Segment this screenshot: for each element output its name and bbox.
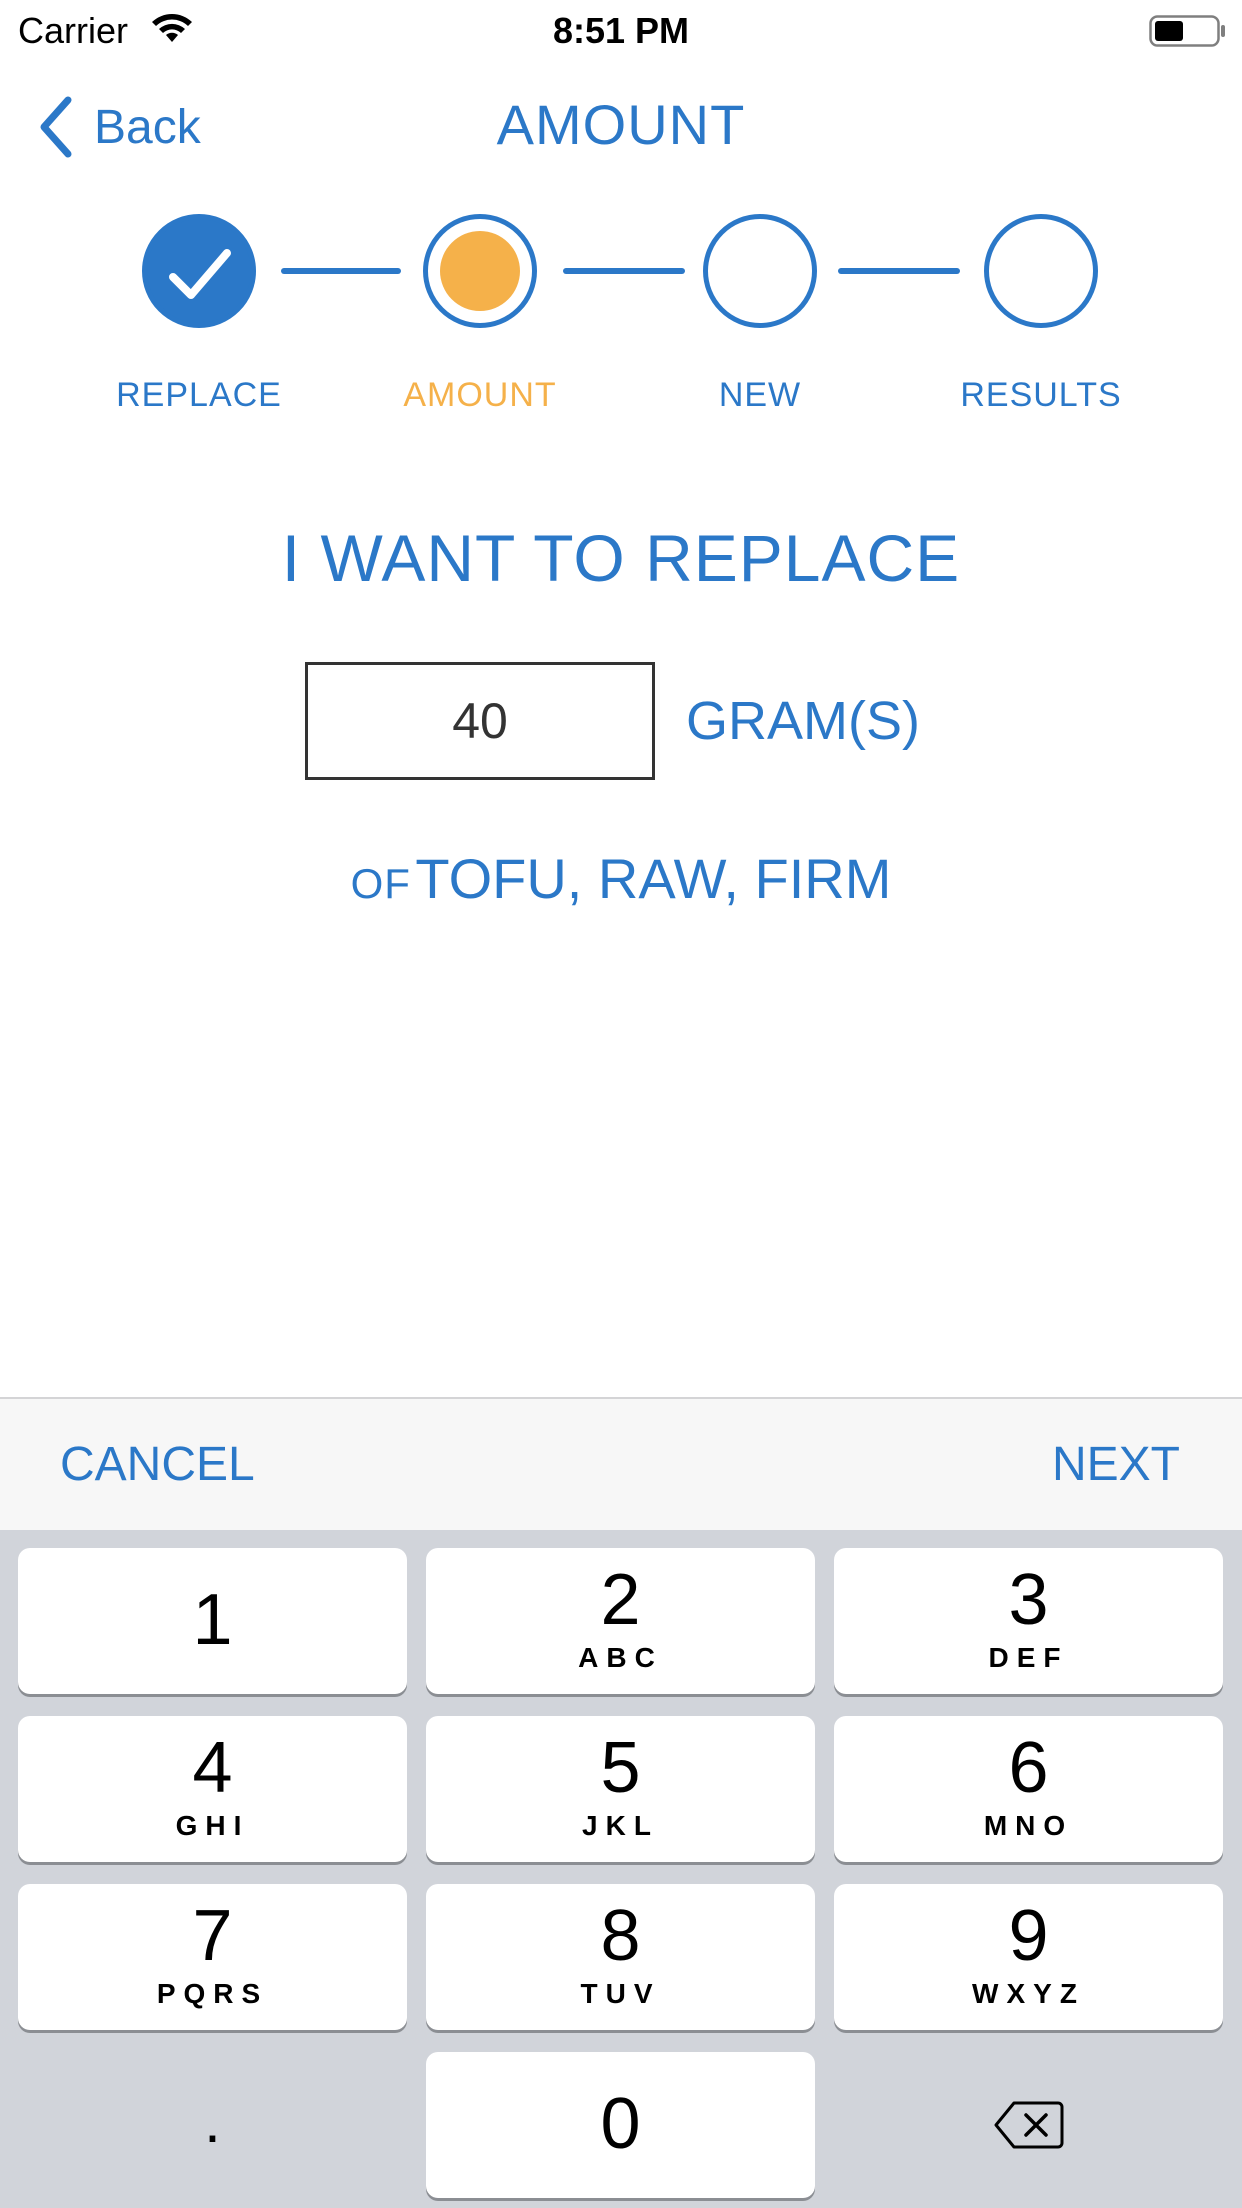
key-digit: 8 <box>600 1896 641 1976</box>
keyboard-accessory-bar: CANCEL NEXT <box>0 1397 1242 1530</box>
step-label-replace: REPLACE <box>116 376 282 414</box>
key-dot-label: . <box>204 2088 221 2155</box>
food-line: OF TOFU, RAW, FIRM <box>0 846 1242 911</box>
key-digit: 2 <box>600 1560 641 1640</box>
of-label: OF <box>350 860 411 907</box>
key-letters: GHI <box>175 1810 250 1841</box>
page-title: AMOUNT <box>496 93 746 156</box>
navigation-bar: Back AMOUNT <box>0 72 1242 182</box>
key-digit: 5 <box>600 1728 641 1808</box>
key-digit: 1 <box>192 1580 233 1660</box>
key-6[interactable]: 6 MNO <box>834 1716 1223 1862</box>
amount-input[interactable] <box>305 662 655 780</box>
key-letters: JKL <box>582 1810 659 1841</box>
step-new-circle <box>703 214 817 328</box>
key-letters: ABC <box>578 1642 663 1673</box>
key-4[interactable]: 4 GHI <box>18 1716 407 1862</box>
unit-label: GRAM(S) <box>686 691 920 751</box>
numeric-keypad: 1 2 ABC 3 DEF 4 GHI 5 JKL 6 MNO 7 PQRS 8… <box>0 1530 1242 2208</box>
backspace-icon <box>994 2101 1064 2149</box>
step-connector <box>563 268 685 274</box>
step-label-amount: AMOUNT <box>403 376 557 414</box>
key-digit: 7 <box>192 1896 233 1976</box>
clock: 8:51 PM <box>552 10 690 51</box>
step-amount-circle <box>423 214 537 328</box>
key-letters: TUV <box>580 1978 661 2009</box>
key-9[interactable]: 9 WXYZ <box>834 1884 1223 2030</box>
key-letters: PQRS <box>156 1978 269 2009</box>
key-0[interactable]: 0 <box>426 2052 815 2198</box>
backspace-button[interactable] <box>834 2052 1223 2198</box>
active-step-dot <box>440 231 520 311</box>
key-digit: 3 <box>1008 1560 1049 1640</box>
cancel-button[interactable]: CANCEL <box>60 1437 255 1492</box>
key-digit: 0 <box>600 2084 641 2164</box>
key-2[interactable]: 2 ABC <box>426 1548 815 1694</box>
key-letters: DEF <box>988 1642 1069 1673</box>
key-3[interactable]: 3 DEF <box>834 1548 1223 1694</box>
step-results-circle <box>984 214 1098 328</box>
key-8[interactable]: 8 TUV <box>426 1884 815 2030</box>
key-dot[interactable]: . <box>18 2052 407 2198</box>
key-letters: MNO <box>983 1810 1074 1841</box>
food-name: TOFU, RAW, FIRM <box>415 847 892 910</box>
step-connector <box>838 268 960 274</box>
progress-stepper: REPLACE AMOUNT NEW RESULTS <box>0 210 1242 430</box>
key-5[interactable]: 5 JKL <box>426 1716 815 1862</box>
status-bar: Carrier 8:51 PM <box>0 0 1242 60</box>
battery-icon <box>1149 15 1225 47</box>
next-button[interactable]: NEXT <box>1052 1437 1180 1492</box>
step-label-results: RESULTS <box>960 376 1122 414</box>
key-digit: 4 <box>192 1728 233 1808</box>
checkmark-icon <box>169 249 231 299</box>
key-letters: WXYZ <box>972 1978 1085 2009</box>
replace-heading: I WANT TO REPLACE <box>281 521 961 595</box>
step-connector <box>281 268 401 274</box>
key-1[interactable]: 1 <box>18 1548 407 1694</box>
key-digit: 6 <box>1008 1728 1049 1808</box>
step-replace-circle <box>142 214 256 328</box>
key-7[interactable]: 7 PQRS <box>18 1884 407 2030</box>
key-digit: 9 <box>1008 1896 1049 1976</box>
step-label-new: NEW <box>718 376 802 414</box>
